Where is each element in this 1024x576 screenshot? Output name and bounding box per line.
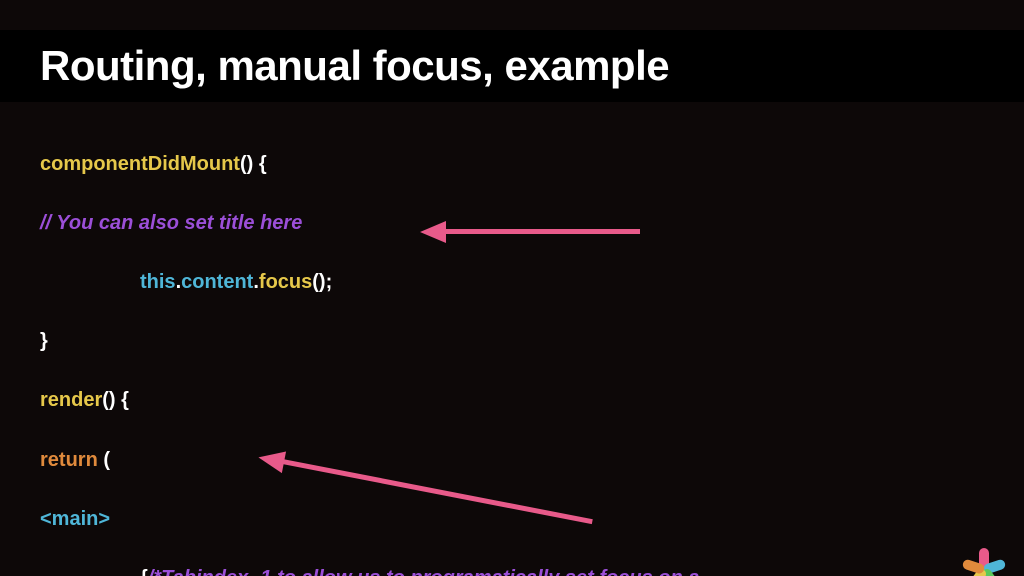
tag-main-open: <main> — [40, 508, 110, 530]
comment: // You can also set title here — [40, 212, 302, 234]
code-line-7: <main> — [40, 505, 984, 535]
brace: { — [140, 567, 148, 576]
code-line-1: componentDidMount() { — [40, 150, 984, 180]
kw-return: return — [40, 449, 98, 471]
fn-render: render — [40, 389, 102, 411]
punct: () { — [102, 389, 129, 411]
slide-title: Routing, manual focus, example — [40, 42, 984, 90]
title-bar: Routing, manual focus, example — [0, 30, 1024, 102]
paren: ( — [98, 449, 110, 471]
code-line-8: {/*Tabindex -1 to allow us to programati… — [40, 564, 984, 576]
code-example: componentDidMount() { // You can also se… — [0, 102, 1024, 576]
code-line-3: this.content.focus(); — [40, 268, 984, 298]
code-line-6: return ( — [40, 446, 984, 476]
logo-icon — [962, 548, 1006, 576]
prop-content: content — [181, 271, 253, 293]
brace: } — [40, 330, 48, 352]
fn-name: componentDidMount — [40, 153, 240, 175]
punct: () { — [240, 153, 267, 175]
code-line-2: // You can also set title here — [40, 209, 984, 239]
code-line-4: } — [40, 327, 984, 357]
comment: /*Tabindex -1 to allow us to programatic… — [148, 567, 700, 576]
kw-this: this — [140, 271, 176, 293]
call: (); — [312, 271, 332, 293]
code-line-5: render() { — [40, 386, 984, 416]
fn-focus: focus — [259, 271, 312, 293]
